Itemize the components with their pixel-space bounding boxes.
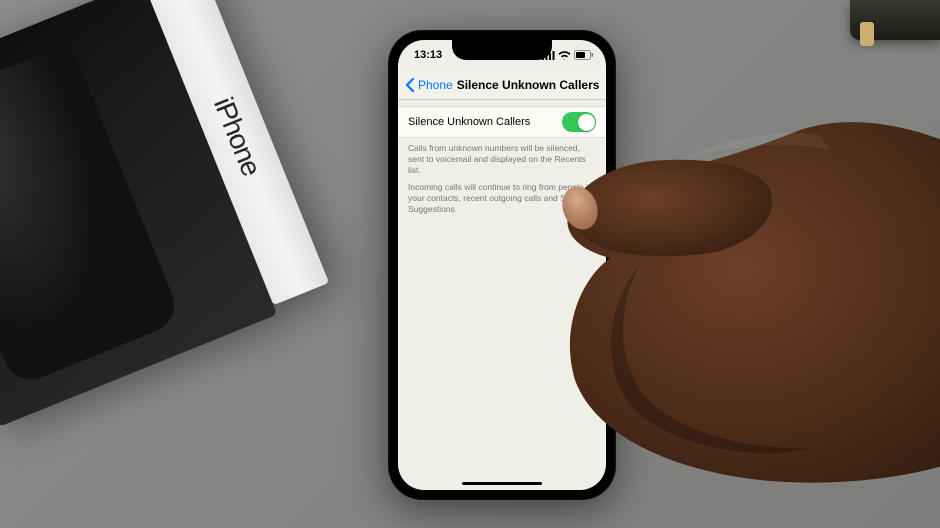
status-time: 13:13	[410, 49, 442, 61]
setting-description-2: Incoming calls will continue to ring fro…	[398, 176, 606, 215]
iphone-device: 13:13	[388, 30, 616, 500]
phone-screen: 13:13	[398, 40, 606, 490]
setting-description-1: Calls from unknown numbers will be silen…	[398, 138, 606, 176]
silence-callers-toggle[interactable]	[562, 112, 596, 132]
desk-clutter	[850, 0, 940, 40]
navigation-bar: Phone Silence Unknown Callers	[398, 70, 606, 100]
phone-notch	[452, 40, 552, 60]
settings-content: Silence Unknown Callers Calls from unkno…	[398, 100, 606, 215]
chevron-left-icon[interactable]	[404, 77, 418, 93]
setting-label: Silence Unknown Callers	[408, 116, 530, 128]
page-title: Silence Unknown Callers	[457, 78, 600, 92]
back-button[interactable]: Phone	[418, 78, 453, 92]
battery-icon	[574, 50, 594, 60]
iphone-retail-box: iPhone	[0, 0, 296, 427]
silence-callers-row[interactable]: Silence Unknown Callers	[398, 106, 606, 138]
home-indicator[interactable]	[462, 482, 542, 486]
wifi-icon	[558, 51, 571, 60]
